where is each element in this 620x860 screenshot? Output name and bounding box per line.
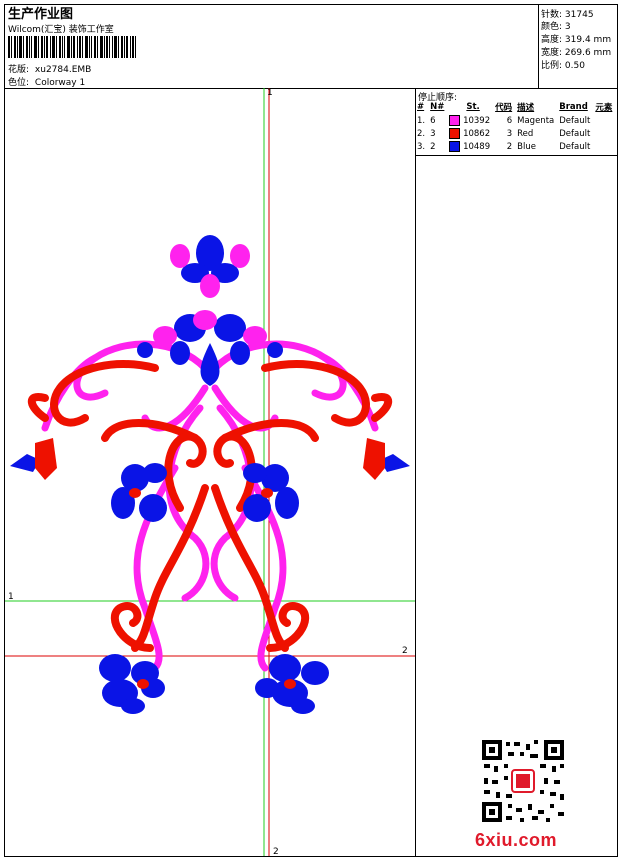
stat-scale: 比例: 0.50 <box>541 58 585 71</box>
color-swatch <box>449 128 461 139</box>
stitch-count: 10489 <box>463 142 491 152</box>
color-description: Blue <box>517 141 536 152</box>
stat-label: 颜色: <box>541 22 563 32</box>
color-description: Red <box>517 128 534 139</box>
embroidery-design-canvas[interactable] <box>5 88 415 856</box>
color-swatch <box>449 141 461 152</box>
panel-table-divider <box>415 155 618 156</box>
table-row[interactable]: 3. 2 10489 2 Blue Default <box>416 140 616 153</box>
colorway: 色位: Colorway 1 <box>8 75 85 88</box>
company-name: Wilcom(汇宝) 装饰工作室 <box>8 25 114 35</box>
stat-label: 比例: <box>541 61 563 71</box>
color-code: 6 <box>506 115 513 126</box>
header-stats-divider <box>538 4 539 88</box>
panel-divider <box>415 88 416 857</box>
stitch-count: 10862 <box>463 129 491 139</box>
table-header-row: # N# St. 代码 描述 Brand 元素 <box>416 101 616 114</box>
qr-code-icon[interactable] <box>480 738 566 824</box>
colorway-value: Colorway 1 <box>34 78 86 88</box>
stat-label: 高度: <box>541 35 563 45</box>
stat-value: 3 <box>564 22 571 32</box>
stat-label: 宽度: <box>541 48 563 58</box>
site-watermark: 6xiu.com <box>475 830 558 850</box>
row-number: 2. <box>417 128 426 139</box>
brand: Default <box>559 141 591 152</box>
column-header: # <box>417 102 425 112</box>
guide-label-left: 1 <box>8 592 14 602</box>
color-code: 3 <box>506 128 513 139</box>
stat-value: 319.4 mm <box>564 35 612 45</box>
row-number: 1. <box>417 115 426 126</box>
colorway-label: 色位: <box>8 78 30 88</box>
design-file-value: xu2784.EMB <box>34 65 92 75</box>
column-header: 元素 <box>595 103 613 113</box>
stitch-count-cell: 10392 <box>448 114 494 127</box>
element <box>594 140 616 153</box>
row-number: 3. <box>417 141 426 152</box>
color-description: Magenta <box>517 115 555 126</box>
guide-label-bottom: 2 <box>273 847 279 857</box>
brand: Default <box>559 115 591 126</box>
color-sequence-table: # N# St. 代码 描述 Brand 元素 1. 6 10392 6 Mag… <box>416 101 616 153</box>
needle-number: 3 <box>430 128 436 139</box>
brand: Default <box>559 128 591 139</box>
barcode-icon <box>8 36 136 58</box>
guide-label-top: 1 <box>267 88 273 98</box>
stitch-count-cell: 10489 <box>448 140 494 153</box>
column-header: 代码 <box>495 103 513 113</box>
design-file: 花版: xu2784.EMB <box>8 62 91 75</box>
table-row[interactable]: 2. 3 10862 3 Red Default <box>416 127 616 140</box>
needle-number: 2 <box>430 141 436 152</box>
stat-value: 0.50 <box>564 61 585 71</box>
embroidery-motif <box>10 235 410 714</box>
column-header: N# <box>430 102 445 112</box>
element <box>594 114 616 127</box>
guide-label-right: 2 <box>402 646 408 656</box>
color-code: 2 <box>506 141 513 152</box>
stat-colors: 颜色: 3 <box>541 19 571 32</box>
stitch-count: 10392 <box>463 116 491 126</box>
stitch-count-cell: 10862 <box>448 127 494 140</box>
element <box>594 127 616 140</box>
stat-value: 269.6 mm <box>564 48 612 58</box>
column-header: St. <box>466 102 480 112</box>
color-swatch <box>449 115 461 126</box>
column-header: 描述 <box>517 103 535 113</box>
stat-width: 宽度: 269.6 mm <box>541 45 611 58</box>
needle-number: 6 <box>430 115 436 126</box>
stat-height: 高度: 319.4 mm <box>541 32 611 45</box>
table-row[interactable]: 1. 6 10392 6 Magenta Default <box>416 114 616 127</box>
page-title: 生产作业图 <box>8 7 74 22</box>
design-file-label: 花版: <box>8 65 30 75</box>
column-header: Brand <box>559 102 588 112</box>
